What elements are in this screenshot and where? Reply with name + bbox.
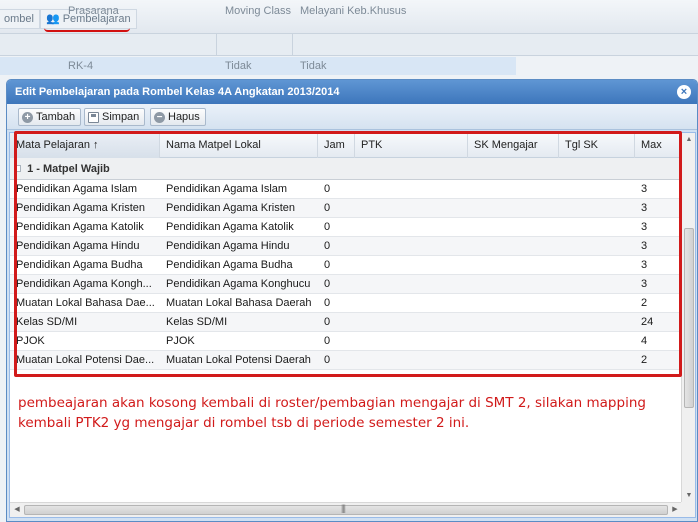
- vertical-scrollbar[interactable]: ▲ ▼: [681, 133, 695, 503]
- table-row[interactable]: Pendidikan Agama Kongh... Pendidikan Agam…: [10, 275, 682, 294]
- table-row[interactable]: Kelas SD/MI Kelas SD/MI 0 24: [10, 313, 682, 332]
- table-row[interactable]: Muatan Lokal Potensi Dae... Muatan Lokal …: [10, 351, 682, 370]
- cell-max: 24: [641, 316, 654, 328]
- cell-lokal: Muatan Lokal Potensi Daerah: [166, 354, 311, 366]
- cell-max: 3: [641, 259, 648, 271]
- table-row[interactable]: Muatan Lokal Bahasa Dae... Muatan Lokal B…: [10, 294, 682, 313]
- col-nama-matpel-lokal[interactable]: Nama Matpel Lokal: [160, 133, 318, 158]
- simpan-label: Simpan: [102, 111, 140, 123]
- horizontal-scroll-thumb[interactable]: |||: [24, 503, 668, 515]
- group-header-matpel-wajib[interactable]: 1 - Matpel Wajib: [10, 158, 682, 180]
- bg-col-separator: [292, 34, 293, 56]
- cell-lokal: Muatan Lokal Bahasa Daerah: [166, 297, 312, 309]
- tambah-button[interactable]: + Tambah: [18, 108, 82, 126]
- cell-jam: 0: [324, 278, 331, 290]
- cell-lokal: Pendidikan Agama Konghucu: [166, 278, 311, 290]
- delete-icon: −: [154, 111, 165, 123]
- cell-lokal: Pendidikan Agama Budha: [166, 259, 293, 271]
- cell-mapel: PJOK: [16, 335, 45, 347]
- collapse-icon[interactable]: [14, 164, 21, 172]
- table-row[interactable]: Pendidikan Agama Katolik Pendidikan Agama…: [10, 218, 682, 237]
- cell-max: 2: [641, 354, 648, 366]
- col-ptk[interactable]: PTK: [355, 133, 468, 158]
- cell-jam: 0: [324, 221, 331, 233]
- save-icon: [88, 111, 99, 123]
- grid-header: Mata Pelajaran ↑ Nama Matpel Lokal Jam P…: [10, 133, 682, 158]
- cell-max: 3: [641, 221, 648, 233]
- cell-lokal: PJOK: [166, 335, 195, 347]
- add-icon: +: [22, 111, 33, 123]
- cell-jam: 0: [324, 240, 331, 252]
- table-row[interactable]: Pendidikan Agama Hindu Pendidikan Agama H…: [10, 237, 682, 256]
- scroll-corner: [681, 502, 695, 517]
- cell-mapel: Muatan Lokal Bahasa Dae...: [16, 297, 155, 309]
- background-grid-header: [0, 34, 698, 56]
- scroll-left-arrow-icon[interactable]: ◀: [10, 503, 24, 517]
- cell-jam: 0: [324, 259, 331, 271]
- cell-max: 3: [641, 183, 648, 195]
- hapus-label: Hapus: [168, 111, 200, 123]
- col-tgl-sk[interactable]: Tgl SK: [559, 133, 635, 158]
- cell-jam: 0: [324, 354, 331, 366]
- cell-mapel: Kelas SD/MI: [16, 316, 78, 328]
- vertical-scroll-thumb[interactable]: [684, 228, 694, 408]
- bg-cell-prasarana: RK-4: [68, 60, 94, 72]
- cell-jam: 0: [324, 335, 331, 347]
- cell-lokal: Pendidikan Agama Islam: [166, 183, 288, 195]
- cell-lokal: Pendidikan Agama Katolik: [166, 221, 294, 233]
- bg-col-moving-class: Moving Class: [225, 5, 292, 17]
- users-icon: 👥: [46, 13, 60, 25]
- window-title: Edit Pembelajaran pada Rombel Kelas 4A A…: [7, 80, 697, 104]
- annotation-underline: [44, 28, 130, 32]
- table-row[interactable]: Pendidikan Agama Islam Pendidikan Agama I…: [10, 180, 682, 199]
- col-max[interactable]: Max: [635, 133, 682, 158]
- scroll-up-arrow-icon[interactable]: ▲: [682, 133, 696, 147]
- cell-lokal: Pendidikan Agama Hindu: [166, 240, 290, 252]
- background-selected-row[interactable]: RK-4 Tidak Tidak: [0, 57, 516, 75]
- cell-mapel: Muatan Lokal Potensi Dae...: [16, 354, 155, 366]
- horizontal-scrollbar[interactable]: ◀ ||| ▶: [10, 502, 682, 517]
- cell-max: 3: [641, 240, 648, 252]
- cell-mapel: Pendidikan Agama Kongh...: [16, 278, 152, 290]
- cell-max: 3: [641, 278, 648, 290]
- cell-lokal: Pendidikan Agama Kristen: [166, 202, 296, 214]
- cell-max: 2: [641, 297, 648, 309]
- col-mata-pelajaran[interactable]: Mata Pelajaran ↑: [10, 133, 160, 158]
- table-row[interactable]: Pendidikan Agama Kristen Pendidikan Agama…: [10, 199, 682, 218]
- cell-mapel: Pendidikan Agama Hindu: [16, 240, 140, 252]
- cell-mapel: Pendidikan Agama Budha: [16, 259, 143, 271]
- group-label: 1 - Matpel Wajib: [27, 163, 110, 175]
- bg-col-separator: [216, 34, 217, 56]
- pembelajaran-grid: Mata Pelajaran ↑ Nama Matpel Lokal Jam P…: [9, 132, 696, 518]
- bg-col-melayani: Melayani Keb.Khusus: [300, 5, 407, 17]
- cell-max: 3: [641, 202, 648, 214]
- table-row[interactable]: Pendidikan Agama Budha Pendidikan Agama B…: [10, 256, 682, 275]
- scroll-grip-icon: |||: [341, 503, 346, 513]
- bg-cell-moving-class: Tidak: [225, 60, 252, 72]
- scroll-down-arrow-icon[interactable]: ▼: [682, 489, 696, 503]
- bg-col-prasarana: Prasarana: [68, 5, 119, 17]
- edit-pembelajaran-window: Edit Pembelajaran pada Rombel Kelas 4A A…: [6, 79, 698, 522]
- cell-jam: 0: [324, 297, 331, 309]
- col-sk-mengajar[interactable]: SK Mengajar: [468, 133, 559, 158]
- cell-mapel: Pendidikan Agama Islam: [16, 183, 138, 195]
- hapus-button[interactable]: − Hapus: [150, 108, 206, 126]
- table-row[interactable]: PJOK PJOK 0 4: [10, 332, 682, 351]
- tab-rombel[interactable]: ombel: [0, 9, 40, 29]
- cell-mapel: Pendidikan Agama Kristen: [16, 202, 146, 214]
- cell-mapel: Pendidikan Agama Katolik: [16, 221, 144, 233]
- simpan-button[interactable]: Simpan: [84, 108, 146, 126]
- close-icon[interactable]: ×: [677, 85, 691, 99]
- col-jam[interactable]: Jam: [318, 133, 355, 158]
- scroll-right-arrow-icon[interactable]: ▶: [668, 503, 682, 517]
- cell-jam: 0: [324, 202, 331, 214]
- tambah-label: Tambah: [36, 111, 76, 123]
- cell-max: 4: [641, 335, 648, 347]
- cell-jam: 0: [324, 316, 331, 328]
- bg-cell-melayani: Tidak: [300, 60, 327, 72]
- cell-jam: 0: [324, 183, 331, 195]
- annotation-note: pembeajaran akan kosong kembali di roste…: [18, 395, 646, 431]
- window-toolbar: + Tambah Simpan − Hapus: [7, 104, 697, 130]
- cell-lokal: Kelas SD/MI: [166, 316, 228, 328]
